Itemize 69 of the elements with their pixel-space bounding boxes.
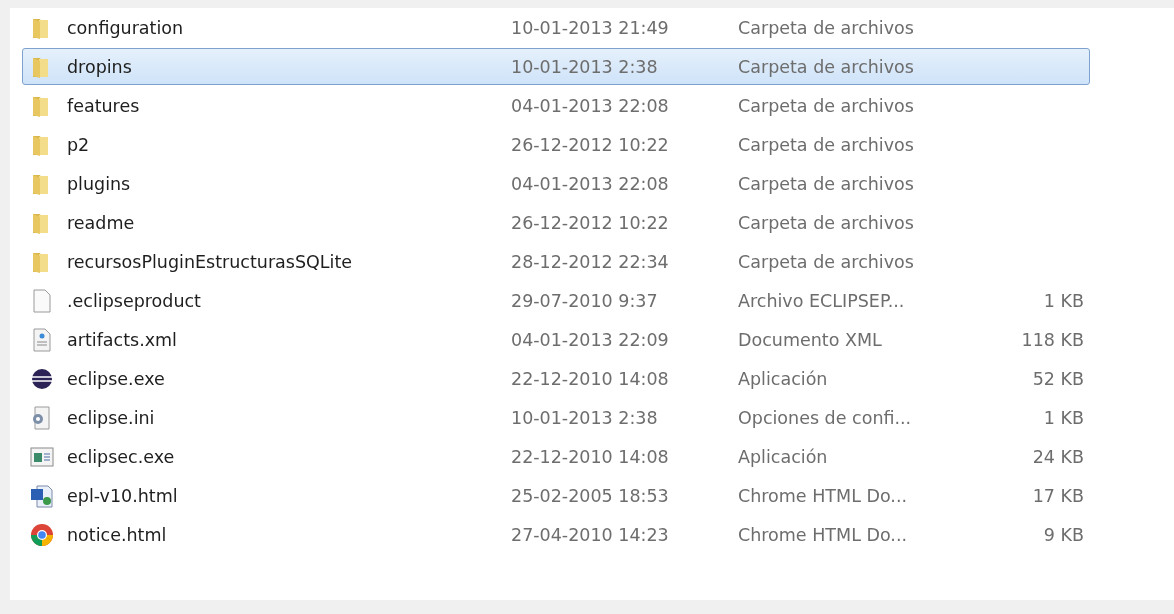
file-name: notice.html bbox=[67, 524, 168, 545]
file-row[interactable]: .eclipseproduct 29-07-2010 9:37 Archivo ECLIPSEP... 1 KB bbox=[22, 282, 1090, 319]
file-size: 1 KB bbox=[1042, 290, 1084, 311]
file-name: eclipse.exe bbox=[67, 368, 166, 389]
file-type: Aplicación bbox=[738, 446, 829, 467]
file-row[interactable]: recursosPluginEstructurasSQLite 28-12-2012 22:34 Carpeta de archivos bbox=[22, 243, 1090, 280]
file-row[interactable]: eclipsec.exe 22-12-2010 14:08 Aplicación 24 KB bbox=[22, 438, 1090, 475]
eclipse-logo-icon bbox=[30, 366, 54, 391]
application-window-icon bbox=[30, 444, 54, 469]
modified-date: 22-12-2010 14:08 bbox=[511, 446, 670, 467]
file-type: Carpeta de archivos bbox=[738, 95, 915, 116]
file-name: eclipsec.exe bbox=[67, 446, 176, 467]
file-type: Opciones de confi... bbox=[738, 407, 913, 428]
file-name: features bbox=[67, 95, 141, 116]
file-type: Carpeta de archivos bbox=[738, 17, 915, 38]
modified-date: 29-07-2010 9:37 bbox=[511, 290, 659, 311]
modified-date: 10-01-2013 2:38 bbox=[511, 56, 659, 77]
file-type: Aplicación bbox=[738, 368, 829, 389]
file-size: 52 KB bbox=[1031, 368, 1084, 389]
file-row[interactable]: notice.html 27-04-2010 14:23 Chrome HTML Do... 9 KB bbox=[22, 516, 1090, 553]
modified-date: 10-01-2013 21:49 bbox=[511, 17, 670, 38]
word-document-icon bbox=[30, 483, 54, 508]
file-row[interactable]: dropins 10-01-2013 2:38 Carpeta de archivos bbox=[22, 48, 1090, 85]
document-icon bbox=[30, 288, 54, 313]
file-type: Chrome HTML Do... bbox=[738, 524, 909, 545]
modified-date: 22-12-2010 14:08 bbox=[511, 368, 670, 389]
file-row[interactable]: plugins 04-01-2013 22:08 Carpeta de archivos bbox=[22, 165, 1090, 202]
file-size: 9 KB bbox=[1042, 524, 1084, 545]
file-size: 1 KB bbox=[1042, 407, 1084, 428]
file-row[interactable]: readme 26-12-2012 10:22 Carpeta de archivos bbox=[22, 204, 1090, 241]
file-row[interactable]: configuration 10-01-2013 21:49 Carpeta de archivos bbox=[22, 9, 1090, 46]
file-type: Carpeta de archivos bbox=[738, 212, 915, 233]
chrome-logo-icon bbox=[30, 522, 54, 547]
file-type: Carpeta de archivos bbox=[738, 173, 915, 194]
file-row[interactable]: eclipse.exe 22-12-2010 14:08 Aplicación 52 KB bbox=[22, 360, 1090, 397]
file-name: dropins bbox=[67, 56, 133, 77]
file-size: 17 KB bbox=[1031, 485, 1084, 506]
xml-file-icon bbox=[30, 327, 54, 352]
file-type: Archivo ECLIPSEP... bbox=[738, 290, 906, 311]
modified-date: 10-01-2013 2:38 bbox=[511, 407, 659, 428]
modified-date: 04-01-2013 22:08 bbox=[511, 173, 670, 194]
file-name: recursosPluginEstructurasSQLite bbox=[67, 251, 354, 272]
file-name: plugins bbox=[67, 173, 132, 194]
file-type: Carpeta de archivos bbox=[738, 56, 915, 77]
modified-date: 26-12-2012 10:22 bbox=[511, 212, 670, 233]
file-name: configuration bbox=[67, 17, 185, 38]
modified-date: 27-04-2010 14:23 bbox=[511, 524, 670, 545]
file-name: p2 bbox=[67, 134, 91, 155]
file-size: 24 KB bbox=[1031, 446, 1084, 467]
modified-date: 25-02-2005 18:53 bbox=[511, 485, 670, 506]
file-type: Carpeta de archivos bbox=[738, 251, 915, 272]
file-row[interactable]: eclipse.ini 10-01-2013 2:38 Opciones de confi... 1 KB bbox=[22, 399, 1090, 436]
file-row[interactable]: p2 26-12-2012 10:22 Carpeta de archivos bbox=[22, 126, 1090, 163]
file-name: epl-v10.html bbox=[67, 485, 179, 506]
file-type: Documento XML bbox=[738, 329, 883, 350]
modified-date: 04-01-2013 22:09 bbox=[511, 329, 670, 350]
modified-date: 26-12-2012 10:22 bbox=[511, 134, 670, 155]
file-row[interactable]: artifacts.xml 04-01-2013 22:09 Documento XML 118 KB bbox=[22, 321, 1090, 358]
file-type: Carpeta de archivos bbox=[738, 134, 915, 155]
file-row[interactable]: features 04-01-2013 22:08 Carpeta de archivos bbox=[22, 87, 1090, 124]
file-name: artifacts.xml bbox=[67, 329, 178, 350]
modified-date: 04-01-2013 22:08 bbox=[511, 95, 670, 116]
file-size: 118 KB bbox=[1020, 329, 1084, 350]
file-type: Chrome HTML Do... bbox=[738, 485, 909, 506]
file-name: .eclipseproduct bbox=[67, 290, 202, 311]
modified-date: 28-12-2012 22:34 bbox=[511, 251, 670, 272]
file-name: readme bbox=[67, 212, 136, 233]
file-name: eclipse.ini bbox=[67, 407, 156, 428]
file-row[interactable]: epl-v10.html 25-02-2005 18:53 Chrome HTML Do... 17 KB bbox=[22, 477, 1090, 514]
